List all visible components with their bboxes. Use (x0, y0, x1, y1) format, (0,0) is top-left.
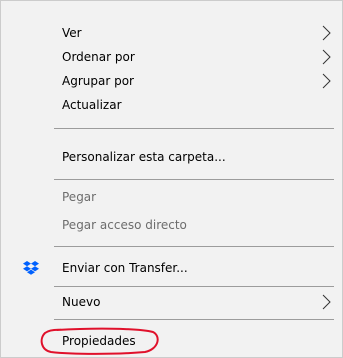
menu-item-propiedades[interactable]: Propiedades (1, 329, 342, 352)
chevron-right-icon (322, 49, 331, 64)
menu-item-label: Enviar con Transfer... (62, 260, 188, 275)
chevron-right-icon (322, 25, 331, 40)
menu-item-personalizar-carpeta[interactable]: Personalizar esta carpeta... (1, 145, 342, 168)
menu-separator (54, 319, 334, 320)
menu-item-label: Personalizar esta carpeta... (62, 149, 226, 164)
menu-separator (54, 128, 334, 129)
menu-item-agrupar-por[interactable]: Agrupar por (1, 69, 342, 92)
menu-item-label: Actualizar (62, 97, 122, 112)
menu-item-pegar[interactable]: Pegar (1, 185, 342, 208)
menu-item-label: Nuevo (62, 294, 101, 309)
menu-item-label: Pegar acceso directo (62, 217, 187, 232)
menu-item-nuevo[interactable]: Nuevo (1, 290, 342, 313)
menu-item-ordenar-por[interactable]: Ordenar por (1, 45, 342, 68)
menu-separator (54, 179, 334, 180)
context-menu: Ver Ordenar por Agrupar por Actualizar P… (0, 0, 343, 358)
menu-item-actualizar[interactable]: Actualizar (1, 93, 342, 116)
menu-separator (54, 246, 334, 247)
dropbox-icon (23, 260, 39, 275)
menu-item-label: Pegar (62, 189, 97, 204)
menu-item-enviar-con-transfer[interactable]: Enviar con Transfer... (1, 256, 342, 279)
menu-item-label: Agrupar por (62, 73, 134, 88)
menu-item-label: Ver (62, 25, 82, 40)
menu-item-label: Ordenar por (62, 49, 135, 64)
menu-separator (54, 286, 334, 287)
menu-item-ver[interactable]: Ver (1, 21, 342, 44)
chevron-right-icon (322, 294, 331, 309)
menu-item-label: Propiedades (62, 333, 136, 348)
menu-item-pegar-acceso-directo[interactable]: Pegar acceso directo (1, 213, 342, 236)
chevron-right-icon (322, 73, 331, 88)
